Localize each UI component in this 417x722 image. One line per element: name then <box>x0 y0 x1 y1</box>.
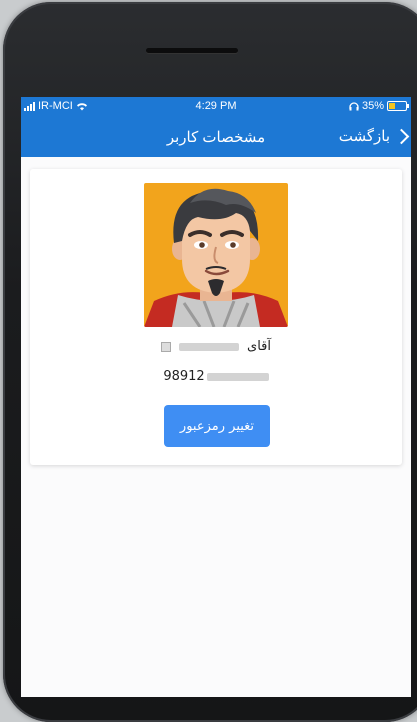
user-name-row: آقای <box>30 339 402 354</box>
back-button[interactable]: بازگشت <box>338 127 410 145</box>
redacted-phone <box>206 372 269 381</box>
profile-card: آقای 98912 تغییر رمزعبور <box>30 169 402 465</box>
verified-checkbox[interactable] <box>161 341 172 352</box>
avatar <box>144 183 288 327</box>
name-prefix: آقای <box>247 339 271 354</box>
user-phone-row: 98912 <box>30 369 402 384</box>
back-label: بازگشت <box>338 128 390 145</box>
phone-frame: IR-MCI 4:29 PM 35% مشخصات کاربر بازگشت آ… <box>3 2 417 722</box>
battery-icon <box>387 101 409 111</box>
headphones-icon <box>349 101 359 110</box>
app-screen: IR-MCI 4:29 PM 35% مشخصات کاربر بازگشت آ… <box>21 97 411 697</box>
status-bar: IR-MCI 4:29 PM 35% <box>21 97 411 117</box>
phone-prefix: 98912 <box>163 369 205 384</box>
redacted-name <box>179 342 240 351</box>
change-password-button[interactable]: تغییر رمزعبور <box>164 405 270 447</box>
status-right: 35% <box>349 100 409 112</box>
battery-percent: 35% <box>361 100 384 112</box>
avatar-illustration <box>144 183 288 327</box>
earpiece-speaker <box>146 48 238 53</box>
battery-fill <box>389 103 395 109</box>
chevron-right-icon <box>393 128 410 144</box>
navigation-bar: مشخصات کاربر بازگشت <box>21 117 411 157</box>
